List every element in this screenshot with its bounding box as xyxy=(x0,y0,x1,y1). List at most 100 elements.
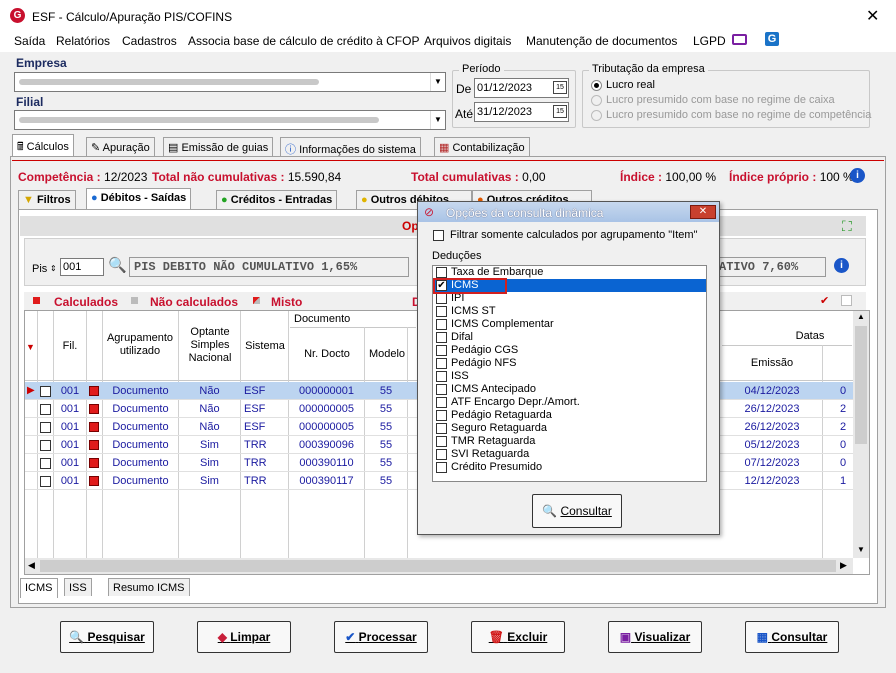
item-checkbox[interactable] xyxy=(436,397,447,408)
menu-associa[interactable]: Associa base de cálculo de crédito à CFO… xyxy=(188,34,419,48)
bottom-tab-icms[interactable]: ICMS xyxy=(20,578,58,598)
limpar-button[interactable]: ◆ Limpar xyxy=(197,621,291,653)
row-checkbox[interactable] xyxy=(40,386,51,397)
close-icon[interactable]: ✕ xyxy=(866,6,879,26)
list-item[interactable]: Seguro Retaguarda xyxy=(433,422,706,435)
scroll-down-icon[interactable]: ▼ xyxy=(857,545,865,554)
divider xyxy=(12,160,884,161)
scroll-right-icon[interactable]: ▶ xyxy=(840,560,847,571)
item-checkbox[interactable] xyxy=(436,410,447,421)
item-checkbox[interactable] xyxy=(436,358,447,369)
row-checkbox[interactable] xyxy=(40,404,51,415)
calendar-icon[interactable]: 15 xyxy=(553,81,567,94)
row-checkbox[interactable] xyxy=(40,440,51,451)
menu-arquivos[interactable]: Arquivos digitais xyxy=(424,34,511,48)
bottom-tab-iss[interactable]: ISS xyxy=(64,578,92,596)
col-agrupamento[interactable]: Agrupamento utilizado xyxy=(104,332,176,358)
subtab-creditos[interactable]: ● Créditos - Entradas xyxy=(216,190,338,210)
cell-modelo: 55 xyxy=(379,475,393,487)
tab-emissao[interactable]: ▤ Emissão de guias xyxy=(163,137,274,157)
scroll-thumb[interactable] xyxy=(855,326,867,444)
excluir-button[interactable]: 🗑 Excluir xyxy=(471,621,565,653)
calendar-icon[interactable]: 15 xyxy=(553,105,567,118)
item-checkbox[interactable] xyxy=(436,267,447,278)
list-item[interactable]: SVI Retaguarda xyxy=(433,448,706,461)
list-item[interactable]: Pedágio Retaguarda xyxy=(433,409,706,422)
lucro-real-label: Lucro real xyxy=(606,79,655,91)
col-fil[interactable]: Fil. xyxy=(58,340,82,352)
subtab-filtros[interactable]: ▼ Filtros xyxy=(18,190,76,210)
pesquisar-button[interactable]: 🔍 Pesquisar xyxy=(60,621,154,653)
item-checkbox[interactable] xyxy=(436,293,447,304)
radio-presumido-competencia[interactable] xyxy=(591,110,602,121)
g-app-icon[interactable]: G xyxy=(765,32,779,46)
item-checkbox[interactable] xyxy=(436,449,447,460)
item-checkbox[interactable] xyxy=(436,423,447,434)
processar-button[interactable]: ✔ Processar xyxy=(334,621,428,653)
menu-manutencao[interactable]: Manutenção de documentos xyxy=(526,34,677,48)
deducoes-list[interactable]: Taxa de Embarque ✔ ICMS IPI ICMS ST ICMS Comp… xyxy=(432,265,707,482)
item-checkbox[interactable] xyxy=(436,384,447,395)
item-checkbox[interactable] xyxy=(436,319,447,330)
empresa-select[interactable]: ▼ xyxy=(14,72,446,92)
list-item[interactable]: Crédito Presumido xyxy=(433,461,706,474)
col-sistema[interactable]: Sistema xyxy=(242,340,288,352)
check-all-icon[interactable]: ✔ xyxy=(820,294,829,307)
radio-presumido-caixa[interactable] xyxy=(591,95,602,106)
list-item[interactable]: Pedágio NFS xyxy=(433,357,706,370)
col-optante[interactable]: Optante Simples Nacional xyxy=(180,326,240,365)
scroll-up-icon[interactable]: ▲ xyxy=(857,312,865,321)
row-checkbox[interactable] xyxy=(40,458,51,469)
item-checkbox[interactable] xyxy=(436,306,447,317)
list-item[interactable]: ICMS ST xyxy=(433,305,706,318)
cell-fil: 001 xyxy=(60,457,80,469)
col-emissao[interactable]: Emissão xyxy=(722,357,822,369)
info-icon[interactable]: i xyxy=(834,258,849,273)
search-icon[interactable]: 🔍 xyxy=(108,256,127,274)
scroll-left-icon[interactable]: ◀ xyxy=(28,560,35,571)
date-ate-input[interactable]: 31/12/2023 15 xyxy=(474,102,569,122)
radio-lucro-real[interactable] xyxy=(591,80,602,91)
menu-lgpd[interactable]: LGPD xyxy=(693,34,726,48)
col-modelo[interactable]: Modelo xyxy=(366,348,408,360)
item-checkbox[interactable] xyxy=(436,371,447,382)
list-item[interactable]: ATF Encargo Depr./Amort. xyxy=(433,396,706,409)
item-checkbox[interactable] xyxy=(436,332,447,343)
tab-calculos[interactable]: 🖩 Cálculos xyxy=(12,134,74,156)
list-item[interactable]: Pedágio CGS xyxy=(433,344,706,357)
tab-apuracao[interactable]: ✎ Apuração xyxy=(86,137,155,157)
deducoes-label: Deduções xyxy=(432,250,482,262)
presumido-competencia-label: Lucro presumido com base no regime de co… xyxy=(606,109,872,121)
monitor-icon[interactable] xyxy=(732,34,747,45)
tab-informacoes[interactable]: ⓘ Informações do sistema xyxy=(280,137,421,157)
dialog-close-icon[interactable]: ✕ xyxy=(690,205,716,219)
filial-select[interactable]: ▼ xyxy=(14,110,446,130)
menu-cadastros[interactable]: Cadastros xyxy=(122,34,177,48)
expand-icon[interactable]: ⛶ xyxy=(842,218,852,235)
consultar-button[interactable]: ▦ Consultar xyxy=(745,621,839,653)
item-checkbox[interactable] xyxy=(436,345,447,356)
pis-code-input[interactable]: 001 xyxy=(60,258,104,276)
info-icon[interactable]: i xyxy=(850,168,865,183)
list-item[interactable]: ICMS Complementar xyxy=(433,318,706,331)
subtab-debitos[interactable]: ● Débitos - Saídas xyxy=(86,188,192,210)
filter-checkbox[interactable] xyxy=(433,230,444,241)
item-checkbox[interactable] xyxy=(436,436,447,447)
row-checkbox[interactable] xyxy=(40,476,51,487)
menu-saida[interactable]: Saída xyxy=(14,34,45,48)
list-item[interactable]: ICMS Antecipado xyxy=(433,383,706,396)
col-nr-docto[interactable]: Nr. Docto xyxy=(290,348,364,360)
list-item[interactable]: Difal xyxy=(433,331,706,344)
item-checkbox[interactable] xyxy=(436,462,447,473)
list-item[interactable]: ISS xyxy=(433,370,706,383)
row-checkbox[interactable] xyxy=(40,422,51,433)
visualizar-button[interactable]: ▣ Visualizar xyxy=(608,621,702,653)
uncheck-all-box[interactable] xyxy=(841,295,852,306)
tab-contabilizacao[interactable]: ▦ Contabilização xyxy=(434,137,530,157)
date-de-input[interactable]: 01/12/2023 15 xyxy=(474,78,569,98)
dialog-consultar-button[interactable]: 🔍 Consultar xyxy=(532,494,622,528)
h-scroll-thumb[interactable] xyxy=(40,560,836,572)
list-item[interactable]: TMR Retaguarda xyxy=(433,435,706,448)
bottom-tab-resumo-icms[interactable]: Resumo ICMS xyxy=(108,578,190,596)
menu-relatorios[interactable]: Relatórios xyxy=(56,34,110,48)
